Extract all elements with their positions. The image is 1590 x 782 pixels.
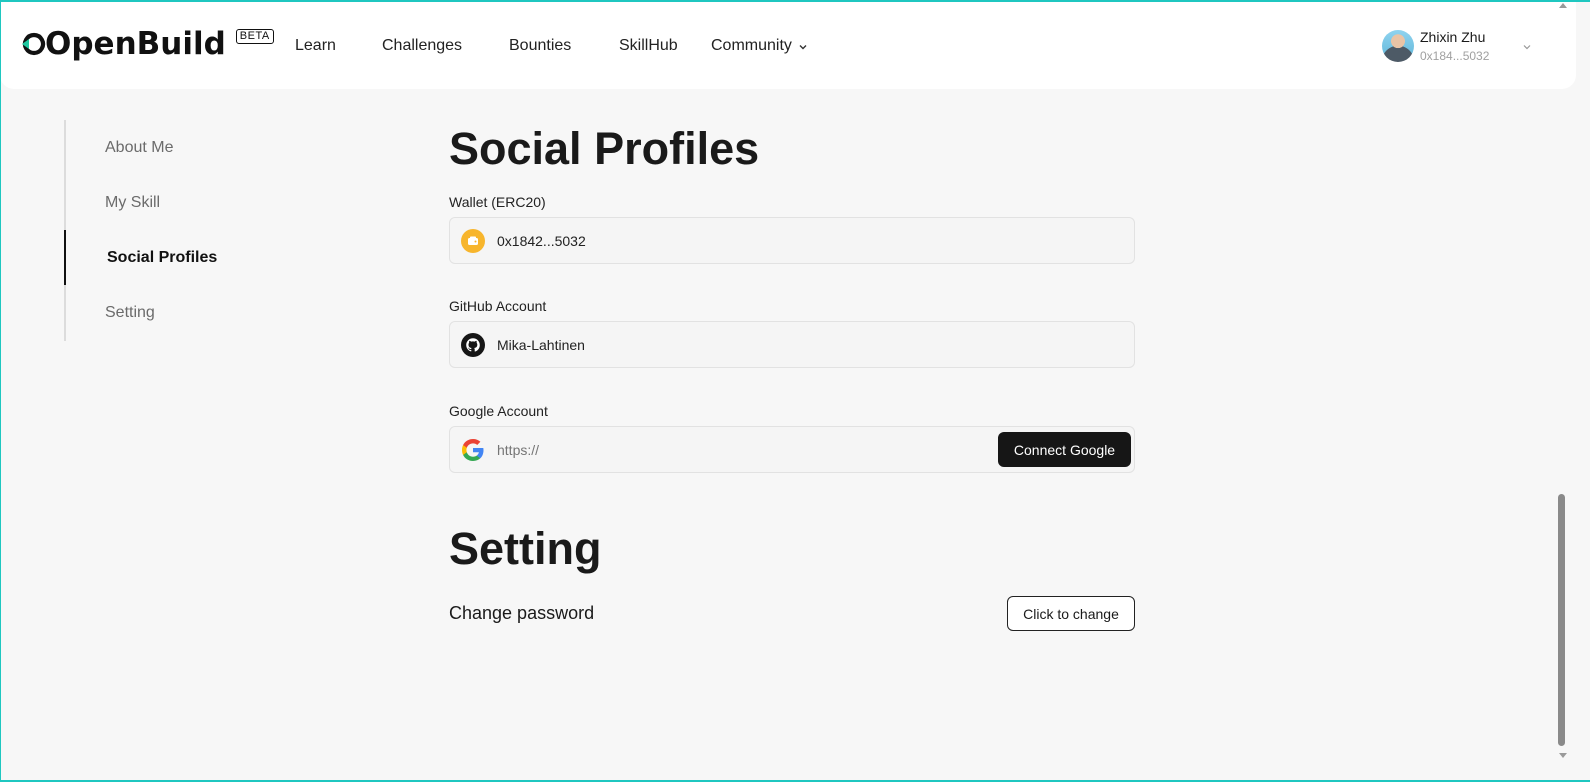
nav-bounties[interactable]: Bounties bbox=[509, 36, 571, 56]
user-address: 0x184...5032 bbox=[1420, 49, 1490, 63]
chevron-down-icon bbox=[799, 44, 807, 49]
sidebar-item-about-me[interactable]: About Me bbox=[64, 120, 314, 175]
user-name: Zhixin Zhu bbox=[1420, 29, 1486, 45]
wallet-field[interactable]: 0x1842...5032 bbox=[449, 217, 1135, 264]
wallet-address: 0x1842...5032 bbox=[497, 232, 586, 249]
profile-sidebar: About Me My Skill Social Profiles Settin… bbox=[64, 120, 314, 341]
scroll-up-arrow-icon[interactable] bbox=[1559, 3, 1567, 8]
scroll-thumb[interactable] bbox=[1558, 494, 1565, 746]
github-icon bbox=[461, 332, 485, 357]
nav-learn[interactable]: Learn bbox=[295, 36, 336, 56]
user-info: Zhixin Zhu 0x184...5032 bbox=[1420, 28, 1489, 64]
top-navbar: OpenBuild BETA Learn Challenges Bounties… bbox=[0, 2, 1576, 89]
logo-wordmark: OpenBuild bbox=[22, 26, 226, 62]
nav-community-label: Community bbox=[711, 37, 792, 54]
page-scrollbar[interactable] bbox=[1557, 0, 1567, 782]
brand-name: OpenBuild bbox=[45, 26, 226, 62]
wallet-label: Wallet (ERC20) bbox=[449, 194, 546, 210]
google-label: Google Account bbox=[449, 403, 548, 419]
github-username: Mika-Lahtinen bbox=[497, 336, 585, 353]
change-password-button[interactable]: Click to change bbox=[1007, 596, 1135, 631]
avatar bbox=[1382, 30, 1414, 62]
logo-mark-icon bbox=[22, 32, 46, 56]
nav-challenges[interactable]: Challenges bbox=[382, 36, 462, 56]
sidebar-item-social-profiles[interactable]: Social Profiles bbox=[64, 230, 314, 285]
brand-logo[interactable]: OpenBuild BETA bbox=[22, 26, 274, 62]
sidebar-item-setting[interactable]: Setting bbox=[64, 285, 314, 340]
wallet-icon bbox=[461, 228, 485, 253]
sidebar-item-my-skill[interactable]: My Skill bbox=[64, 175, 314, 230]
nav-community[interactable]: Community bbox=[711, 36, 808, 56]
connect-google-button[interactable]: Connect Google bbox=[998, 432, 1131, 467]
social-profiles-title: Social Profiles bbox=[449, 123, 760, 174]
window-top-border bbox=[0, 0, 1590, 2]
nav-skillhub[interactable]: SkillHub bbox=[619, 36, 678, 56]
setting-title: Setting bbox=[449, 523, 602, 574]
google-icon bbox=[462, 438, 484, 461]
chevron-down-icon bbox=[1523, 45, 1531, 50]
github-field[interactable]: Mika-Lahtinen bbox=[449, 321, 1135, 368]
beta-badge: BETA bbox=[235, 29, 274, 44]
google-field: Connect Google bbox=[449, 426, 1135, 473]
user-menu[interactable]: Zhixin Zhu 0x184...5032 bbox=[1382, 28, 1531, 64]
github-label: GitHub Account bbox=[449, 298, 547, 314]
scroll-down-arrow-icon[interactable] bbox=[1559, 753, 1567, 758]
window-left-border bbox=[0, 0, 1, 782]
change-password-label: Change password bbox=[449, 603, 595, 623]
